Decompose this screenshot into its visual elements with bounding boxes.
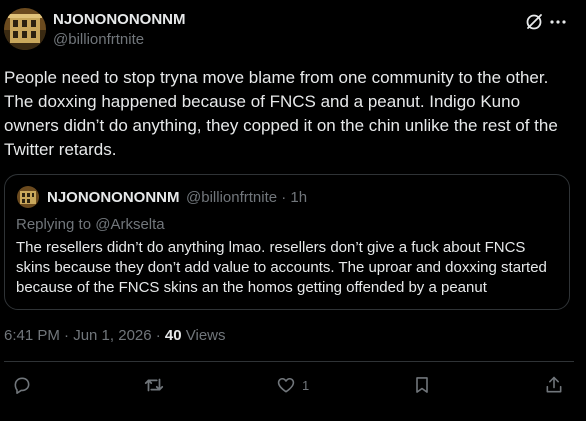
repost-button[interactable] [143, 373, 165, 397]
bookmark-icon [412, 375, 432, 395]
divider [4, 361, 574, 362]
replying-prefix: Replying to [16, 216, 96, 233]
views-label: Views [181, 327, 226, 344]
like-count: 1 [302, 377, 310, 393]
reply-button[interactable] [12, 373, 32, 397]
author-name[interactable]: NJONONONONNM [53, 11, 186, 28]
repost-icon [143, 374, 165, 396]
like-icon [276, 375, 296, 395]
tweet-text: People need to stop tryna move blame fro… [4, 68, 558, 159]
quoted-replying-to: Replying to @Arkselta [16, 216, 165, 233]
quoted-text: The resellers didn’t do anything lmao. r… [16, 239, 547, 296]
reply-icon [12, 375, 32, 395]
author-handle[interactable]: @billionfrtnite [53, 31, 144, 48]
quoted-author-avatar [17, 186, 39, 208]
views-count: 40 [164, 327, 182, 344]
author-avatar[interactable] [4, 8, 46, 50]
share-icon [544, 375, 564, 395]
share-button[interactable] [544, 373, 564, 397]
more-icon[interactable] [548, 12, 568, 32]
grok-icon[interactable] [524, 12, 544, 32]
timestamp-text[interactable]: 6:41 PM · Jun 1, 2026 · [4, 327, 165, 344]
tweet-timestamp: 6:41 PM · Jun 1, 2026 · 40 Views [4, 327, 226, 344]
bookmark-button[interactable] [412, 373, 432, 397]
replying-handle[interactable]: @Arkselta [95, 216, 164, 233]
quoted-meta: @billionfrtnite · 1h [186, 189, 308, 206]
quoted-author-name: NJONONONONNM [47, 189, 180, 206]
quoted-tweet[interactable]: NJONONONONNM @billionfrtnite · 1h Replyi… [4, 174, 570, 310]
like-button[interactable]: 1 [276, 373, 309, 397]
